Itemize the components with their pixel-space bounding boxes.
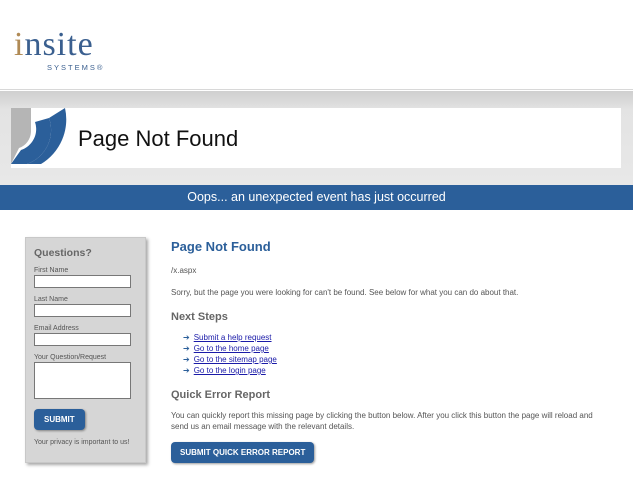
submit-button[interactable]: SUBMIT bbox=[34, 409, 85, 430]
sitemap-link[interactable]: Go to the sitemap page bbox=[194, 355, 277, 364]
logo-letter-i: i bbox=[14, 26, 25, 63]
email-label: Email Address bbox=[34, 325, 79, 332]
insite-logo[interactable]: insite SYSTEMS® bbox=[14, 28, 105, 73]
arrow-right-icon: ➔ bbox=[183, 355, 190, 364]
arrow-right-icon: ➔ bbox=[183, 366, 190, 375]
notice-bar: Oops... an unexpected event has just occ… bbox=[0, 185, 633, 210]
next-steps-list: ➔ Submit a help request ➔ Go to the home p… bbox=[183, 332, 611, 376]
login-page-link[interactable]: Go to the login page bbox=[194, 366, 266, 375]
question-textarea[interactable] bbox=[34, 362, 131, 399]
last-name-field[interactable] bbox=[34, 304, 131, 317]
quick-report-text: You can quickly report this missing page… bbox=[171, 411, 593, 431]
requested-path: /x.aspx bbox=[171, 266, 197, 275]
last-name-label: Last Name bbox=[34, 296, 68, 303]
questions-form: Questions? First Name Last Name Email Ad… bbox=[25, 237, 146, 463]
list-item: ➔ Go to the sitemap page bbox=[183, 354, 611, 365]
home-page-link[interactable]: Go to the home page bbox=[194, 344, 269, 353]
page-title: Page Not Found bbox=[78, 126, 239, 151]
logo-subtitle: SYSTEMS® bbox=[47, 63, 105, 72]
logo-wordmark: insite bbox=[14, 28, 104, 62]
not-found-message: Sorry, but the page you were looking for… bbox=[171, 288, 519, 297]
email-field[interactable] bbox=[34, 333, 131, 346]
logo-letters: nsite bbox=[24, 26, 94, 63]
arrow-right-icon: ➔ bbox=[183, 333, 190, 342]
first-name-label: First Name bbox=[34, 267, 69, 274]
help-request-link[interactable]: Submit a help request bbox=[194, 333, 272, 342]
next-steps-heading: Next Steps bbox=[171, 311, 228, 323]
list-item: ➔ Go to the home page bbox=[183, 343, 611, 354]
privacy-note: Your privacy is important to us! bbox=[34, 439, 130, 446]
content-heading: Page Not Found bbox=[171, 239, 271, 254]
questions-title: Questions? bbox=[34, 247, 92, 259]
quick-error-report-button[interactable]: SUBMIT QUICK ERROR REPORT bbox=[171, 442, 315, 463]
quick-report-heading: Quick Error Report bbox=[171, 389, 271, 401]
question-label: Your Question/Request bbox=[34, 354, 107, 361]
list-item: ➔ Submit a help request bbox=[183, 332, 611, 343]
first-name-field[interactable] bbox=[34, 275, 131, 288]
arc-logo-icon bbox=[11, 108, 67, 164]
arrow-right-icon: ➔ bbox=[183, 344, 190, 353]
list-item: ➔ Go to the login page bbox=[183, 365, 611, 376]
main-content: Page Not Found /x.aspx Sorry, but the pa… bbox=[171, 239, 611, 463]
site-header: insite SYSTEMS® bbox=[0, 0, 633, 90]
